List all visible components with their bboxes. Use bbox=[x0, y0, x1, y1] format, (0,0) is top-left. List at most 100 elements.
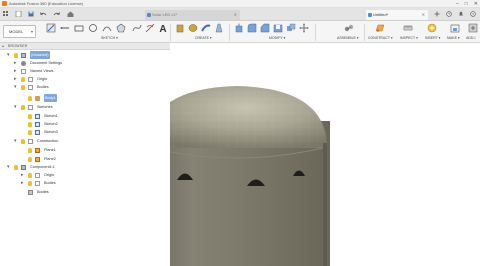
spline-tool-icon[interactable] bbox=[132, 23, 142, 33]
collapse-arrow-icon[interactable]: ▾ bbox=[14, 83, 17, 91]
expand-arrow-icon[interactable]: ▸ bbox=[14, 75, 17, 83]
create-group-label[interactable]: CREATE ▾ bbox=[195, 36, 212, 40]
tab-label: Solar LED v1* bbox=[152, 12, 178, 17]
fillet-icon[interactable] bbox=[247, 23, 257, 33]
extrude-icon[interactable] bbox=[175, 23, 185, 33]
visibility-bulb-icon[interactable] bbox=[14, 164, 18, 170]
visibility-bulb-icon[interactable] bbox=[21, 84, 25, 90]
make-group-label[interactable]: MAKE ▾ bbox=[447, 36, 460, 40]
close-tab-icon[interactable]: ✕ bbox=[234, 10, 237, 20]
line-tool-icon[interactable] bbox=[60, 23, 70, 33]
file-icon[interactable] bbox=[15, 10, 22, 18]
visibility-bulb-icon[interactable] bbox=[28, 172, 32, 178]
collapse-arrow-icon[interactable]: ▾ bbox=[14, 103, 17, 111]
tree-item-bodies-2[interactable]: ▸ Bodies bbox=[0, 179, 170, 187]
undo-icon[interactable] bbox=[40, 11, 47, 17]
loft-icon[interactable] bbox=[214, 23, 224, 33]
visibility-bulb-icon[interactable] bbox=[21, 138, 25, 144]
measure-icon[interactable] bbox=[403, 23, 413, 33]
visibility-bulb-icon[interactable] bbox=[28, 147, 32, 153]
tree-item-origin[interactable]: ▸ Origin bbox=[0, 75, 170, 83]
folder-icon bbox=[28, 76, 33, 82]
clock-icon[interactable] bbox=[446, 11, 452, 17]
collapse-arrow-icon[interactable]: ▾ bbox=[7, 51, 10, 59]
expand-arrow-icon[interactable]: ▸ bbox=[21, 171, 24, 179]
visibility-bulb-icon[interactable] bbox=[28, 121, 32, 127]
sketch-group-label[interactable]: SKETCH ▾ bbox=[101, 36, 118, 40]
chamfer-icon[interactable] bbox=[260, 23, 270, 33]
notifications-icon[interactable] bbox=[458, 11, 464, 17]
minimize-button[interactable]: – bbox=[456, 0, 459, 8]
expand-arrow-icon[interactable]: ▸ bbox=[14, 67, 17, 75]
browser-header[interactable]: ▴ BROWSER bbox=[0, 43, 170, 50]
add-tab-icon[interactable] bbox=[434, 11, 440, 17]
save-icon[interactable] bbox=[28, 11, 35, 17]
rectangle-tool-icon[interactable] bbox=[74, 23, 84, 33]
tree-item-construction[interactable]: ▾ Construction bbox=[0, 137, 170, 145]
close-button[interactable]: ✕ bbox=[474, 0, 478, 8]
tree-item-sketch3[interactable]: Sketch3 bbox=[0, 128, 170, 136]
construct-group-label[interactable]: CONSTRUCT ▾ bbox=[368, 36, 393, 40]
collapse-icon[interactable]: ▴ bbox=[2, 43, 4, 48]
visibility-bulb-icon[interactable] bbox=[28, 180, 32, 186]
3d-print-icon[interactable] bbox=[450, 23, 460, 33]
offset-plane-icon[interactable] bbox=[375, 23, 385, 33]
tree-item-plane1[interactable]: Plane1 bbox=[0, 146, 170, 154]
inspect-group-label[interactable]: INSPECT ▾ bbox=[400, 36, 418, 40]
tree-item-bodies[interactable]: ▾ Bodies bbox=[0, 83, 170, 91]
tree-item-document-settings[interactable]: ▸ Document Settings bbox=[0, 59, 170, 67]
tree-item-component1[interactable]: ▾ Component1:1 bbox=[0, 163, 170, 171]
trim-tool-icon[interactable] bbox=[145, 23, 155, 33]
visibility-bulb-icon[interactable] bbox=[14, 52, 18, 58]
redo-icon[interactable] bbox=[53, 11, 60, 17]
collapse-arrow-icon[interactable]: ▾ bbox=[7, 163, 10, 171]
tree-item-label: Plane1 bbox=[44, 148, 56, 152]
visibility-bulb-icon[interactable] bbox=[28, 95, 32, 101]
circle-tool-icon[interactable] bbox=[88, 23, 98, 33]
press-pull-icon[interactable] bbox=[234, 23, 244, 33]
create-sketch-icon[interactable] bbox=[46, 23, 56, 33]
visibility-bulb-icon[interactable] bbox=[28, 156, 32, 162]
expand-arrow-icon[interactable]: ▸ bbox=[14, 59, 17, 67]
close-tab-icon[interactable]: ✕ bbox=[422, 10, 425, 20]
workspace-switcher[interactable]: MODEL ▾ bbox=[3, 25, 36, 38]
revolve-icon[interactable] bbox=[188, 23, 198, 33]
tree-item-sketch1[interactable]: Sketch1 bbox=[0, 112, 170, 120]
tree-item-sketches[interactable]: ▾ Sketches bbox=[0, 103, 170, 111]
insert-icon[interactable] bbox=[427, 23, 437, 33]
add-ins-icon[interactable] bbox=[468, 23, 478, 33]
visibility-bulb-icon[interactable] bbox=[21, 76, 25, 82]
joint-icon[interactable] bbox=[344, 23, 354, 33]
grid-menu-icon[interactable] bbox=[3, 11, 10, 17]
insert-group-label[interactable]: INSERT ▾ bbox=[425, 36, 440, 40]
tree-item-plane2[interactable]: Plane2 bbox=[0, 155, 170, 163]
maximize-button[interactable]: □ bbox=[465, 0, 468, 8]
text-tool-icon[interactable]: A bbox=[158, 23, 168, 35]
help-icon[interactable]: ? bbox=[470, 11, 476, 17]
collapse-arrow-icon[interactable]: ▾ bbox=[14, 137, 17, 145]
arc-tool-icon[interactable] bbox=[102, 23, 112, 33]
tree-item-sketch2[interactable]: Sketch2 bbox=[0, 120, 170, 128]
tab-solar-led[interactable]: Solar LED v1* ✕ bbox=[145, 10, 240, 20]
viewport-canvas[interactable] bbox=[142, 43, 480, 266]
visibility-bulb-icon[interactable] bbox=[28, 113, 32, 119]
modify-group-label[interactable]: MODIFY ▾ bbox=[269, 36, 285, 40]
add-ins-group-label[interactable]: ADD-I bbox=[466, 36, 476, 40]
combine-icon[interactable] bbox=[286, 23, 296, 33]
expand-arrow-icon[interactable]: ▸ bbox=[21, 179, 24, 187]
polygon-tool-icon[interactable] bbox=[116, 23, 126, 33]
sweep-icon[interactable] bbox=[201, 23, 211, 33]
move-icon[interactable] bbox=[299, 23, 309, 33]
tree-item-origin-2[interactable]: ▸ Origin bbox=[0, 171, 170, 179]
tab-untitled[interactable]: Untitled* ✕ bbox=[366, 10, 428, 20]
tree-item-bodies-3[interactable]: Bodies bbox=[0, 188, 170, 196]
shell-icon[interactable] bbox=[273, 23, 283, 33]
home-icon[interactable] bbox=[67, 11, 74, 17]
tree-item-root[interactable]: ▾ (Unsaved) bbox=[0, 51, 170, 59]
tree-item-label: Bodies bbox=[44, 181, 56, 185]
tree-item-named-views[interactable]: ▸ Named Views bbox=[0, 67, 170, 75]
assemble-group-label[interactable]: ASSEMBLE ▾ bbox=[337, 36, 359, 40]
tree-item-body1[interactable]: Body1 bbox=[0, 94, 170, 102]
visibility-bulb-icon[interactable] bbox=[28, 129, 32, 135]
visibility-bulb-icon[interactable] bbox=[21, 104, 25, 110]
